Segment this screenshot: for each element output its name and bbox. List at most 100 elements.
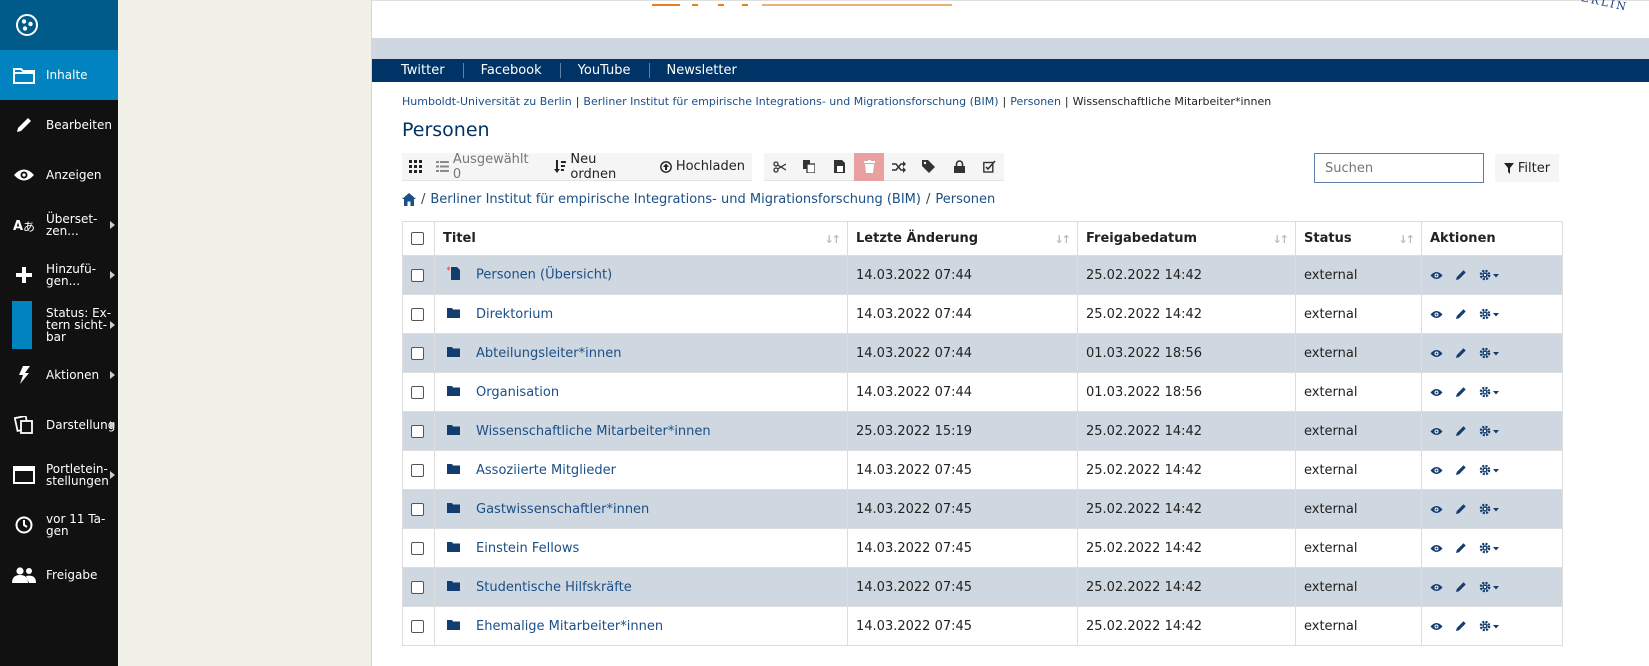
toolbar-item-inhalte[interactable]: Inhalte [0, 50, 118, 100]
item-title-link[interactable]: Ehemalige Mitarbeiter*innen [476, 619, 663, 634]
toolbar-item-status-ex-tern-sicht-bar[interactable]: Status: Ex-tern sicht-bar [0, 300, 118, 350]
edit-icon[interactable] [1455, 347, 1467, 359]
gear-menu-icon[interactable] [1479, 308, 1501, 320]
column-header-title[interactable]: Titel ↓↑ [434, 221, 848, 256]
row-checkbox[interactable] [411, 463, 424, 477]
edit-icon[interactable] [1455, 503, 1467, 515]
edit-icon[interactable] [1455, 542, 1467, 554]
row-checkbox[interactable] [411, 580, 424, 594]
edit-icon[interactable] [1455, 620, 1467, 632]
toolbar-item-aktionen[interactable]: Aktionen [0, 350, 118, 400]
item-title-link[interactable]: Wissenschaftliche Mitarbeiter*innen [476, 424, 711, 439]
view-icon[interactable] [1430, 622, 1443, 631]
view-icon[interactable] [1430, 466, 1443, 475]
edit-icon[interactable] [1455, 308, 1467, 320]
item-title-link[interactable]: Organisation [476, 385, 559, 400]
toolbar-item-darstellung[interactable]: Darstellung [0, 400, 118, 450]
path-item[interactable]: Berliner Institut für empirische Integra… [430, 192, 921, 207]
breadcrumb-item[interactable]: Humboldt-Universität zu Berlin [402, 95, 572, 108]
cut-button[interactable] [764, 153, 794, 181]
item-title-link[interactable]: Assoziierte Mitglieder [476, 463, 616, 478]
row-checkbox[interactable] [411, 385, 424, 399]
column-header-actions: Aktionen [1421, 221, 1563, 256]
select-all-checkbox[interactable] [411, 232, 424, 245]
gear-menu-icon[interactable] [1479, 620, 1501, 632]
row-checkbox[interactable] [411, 424, 424, 438]
item-title-link[interactable]: Gastwissenschaftler*innen [476, 502, 649, 517]
svg-text:A: A [13, 219, 23, 233]
item-title-link[interactable]: Abteilungsleiter*innen [476, 346, 621, 361]
toolbar-item-hinzufü-gen[interactable]: Hinzufü-gen... [0, 250, 118, 300]
column-header-status[interactable]: Status ↓↑ [1295, 221, 1422, 256]
gear-menu-icon[interactable] [1479, 347, 1501, 359]
gear-menu-icon[interactable] [1479, 386, 1501, 398]
edit-icon[interactable] [1455, 581, 1467, 593]
nav-link-twitter[interactable]: Twitter [401, 63, 464, 78]
nav-link-youtube[interactable]: YouTube [578, 63, 650, 78]
item-title-link[interactable]: Direktorium [476, 307, 553, 322]
shuffle-icon [892, 160, 906, 173]
view-icon[interactable] [1430, 505, 1443, 514]
row-checkbox[interactable] [411, 346, 424, 360]
gear-menu-icon[interactable] [1479, 269, 1501, 281]
home-icon[interactable] [402, 192, 416, 206]
row-checkbox[interactable] [411, 307, 424, 321]
tags-button[interactable] [914, 153, 944, 181]
toolbar-item-freigabe[interactable]: Freigabe [0, 550, 118, 600]
gear-menu-icon[interactable] [1479, 542, 1501, 554]
view-icon[interactable] [1430, 310, 1443, 319]
rename-button[interactable] [884, 153, 914, 181]
breadcrumb-item: Wissenschaftliche Mitarbeiter*innen [1072, 95, 1272, 108]
scissors-icon [772, 160, 786, 173]
filter-button[interactable]: Filter [1495, 154, 1559, 182]
gear-menu-icon[interactable] [1479, 425, 1501, 437]
view-icon[interactable] [1430, 349, 1443, 358]
copy-icon [803, 160, 815, 173]
select-cell [402, 528, 435, 568]
list-icon [436, 161, 449, 172]
item-title-link[interactable]: Personen (Übersicht) [476, 268, 612, 283]
delete-button[interactable] [854, 152, 884, 181]
row-checkbox[interactable] [411, 619, 424, 633]
state-button[interactable] [944, 153, 974, 181]
view-icon[interactable] [1430, 544, 1443, 553]
toolbar-item-bearbeiten[interactable]: Bearbeiten [0, 100, 118, 150]
gear-menu-icon[interactable] [1479, 581, 1501, 593]
upload-button[interactable]: Hochladen [653, 153, 752, 181]
plone-logo[interactable] [0, 0, 118, 50]
toolbar-item-label: Bearbeiten [46, 118, 112, 132]
view-icon[interactable] [1430, 583, 1443, 592]
column-header-effective[interactable]: Freigabedatum ↓↑ [1077, 221, 1296, 256]
properties-button[interactable] [974, 153, 1004, 181]
edit-icon[interactable] [1455, 464, 1467, 476]
nav-link-newsletter[interactable]: Newsletter [667, 63, 755, 78]
edit-icon[interactable] [1455, 386, 1467, 398]
row-checkbox[interactable] [411, 502, 424, 516]
path-item[interactable]: Personen [935, 192, 995, 207]
copy-button[interactable] [794, 153, 824, 181]
selected-button[interactable]: Ausgewählt 0 [429, 152, 547, 182]
nav-link-facebook[interactable]: Facebook [481, 63, 561, 78]
breadcrumb-item[interactable]: Personen [1010, 95, 1061, 108]
toolbar-item-anzeigen[interactable]: Anzeigen [0, 150, 118, 200]
edit-icon[interactable] [1455, 425, 1467, 437]
view-icon[interactable] [1430, 427, 1443, 436]
reorder-button[interactable]: Neu ordnen [547, 152, 652, 182]
toolbar-item-überset-zen[interactable]: A あ Überset-zen... [0, 200, 118, 250]
breadcrumb-item[interactable]: Berliner Institut für empirische Integra… [583, 95, 998, 108]
item-title-link[interactable]: Studentische Hilfskräfte [476, 580, 632, 595]
toolbar-item-vor-11-ta-gen[interactable]: vor 11 Ta-gen [0, 500, 118, 550]
gear-menu-icon[interactable] [1479, 503, 1501, 515]
column-header-modified[interactable]: Letzte Änderung ↓↑ [847, 221, 1078, 256]
item-title-link[interactable]: Einstein Fellows [476, 541, 579, 556]
gear-menu-icon[interactable] [1479, 464, 1501, 476]
paste-button[interactable] [824, 153, 854, 181]
view-icon[interactable] [1430, 388, 1443, 397]
row-checkbox[interactable] [411, 268, 424, 282]
row-checkbox[interactable] [411, 541, 424, 555]
view-icon[interactable] [1430, 271, 1443, 280]
edit-icon[interactable] [1455, 269, 1467, 281]
toolbar-item-portletein-stellungen[interactable]: Portletein-stellungen [0, 450, 118, 500]
search-input[interactable] [1314, 153, 1484, 183]
columns-button[interactable] [402, 153, 429, 181]
